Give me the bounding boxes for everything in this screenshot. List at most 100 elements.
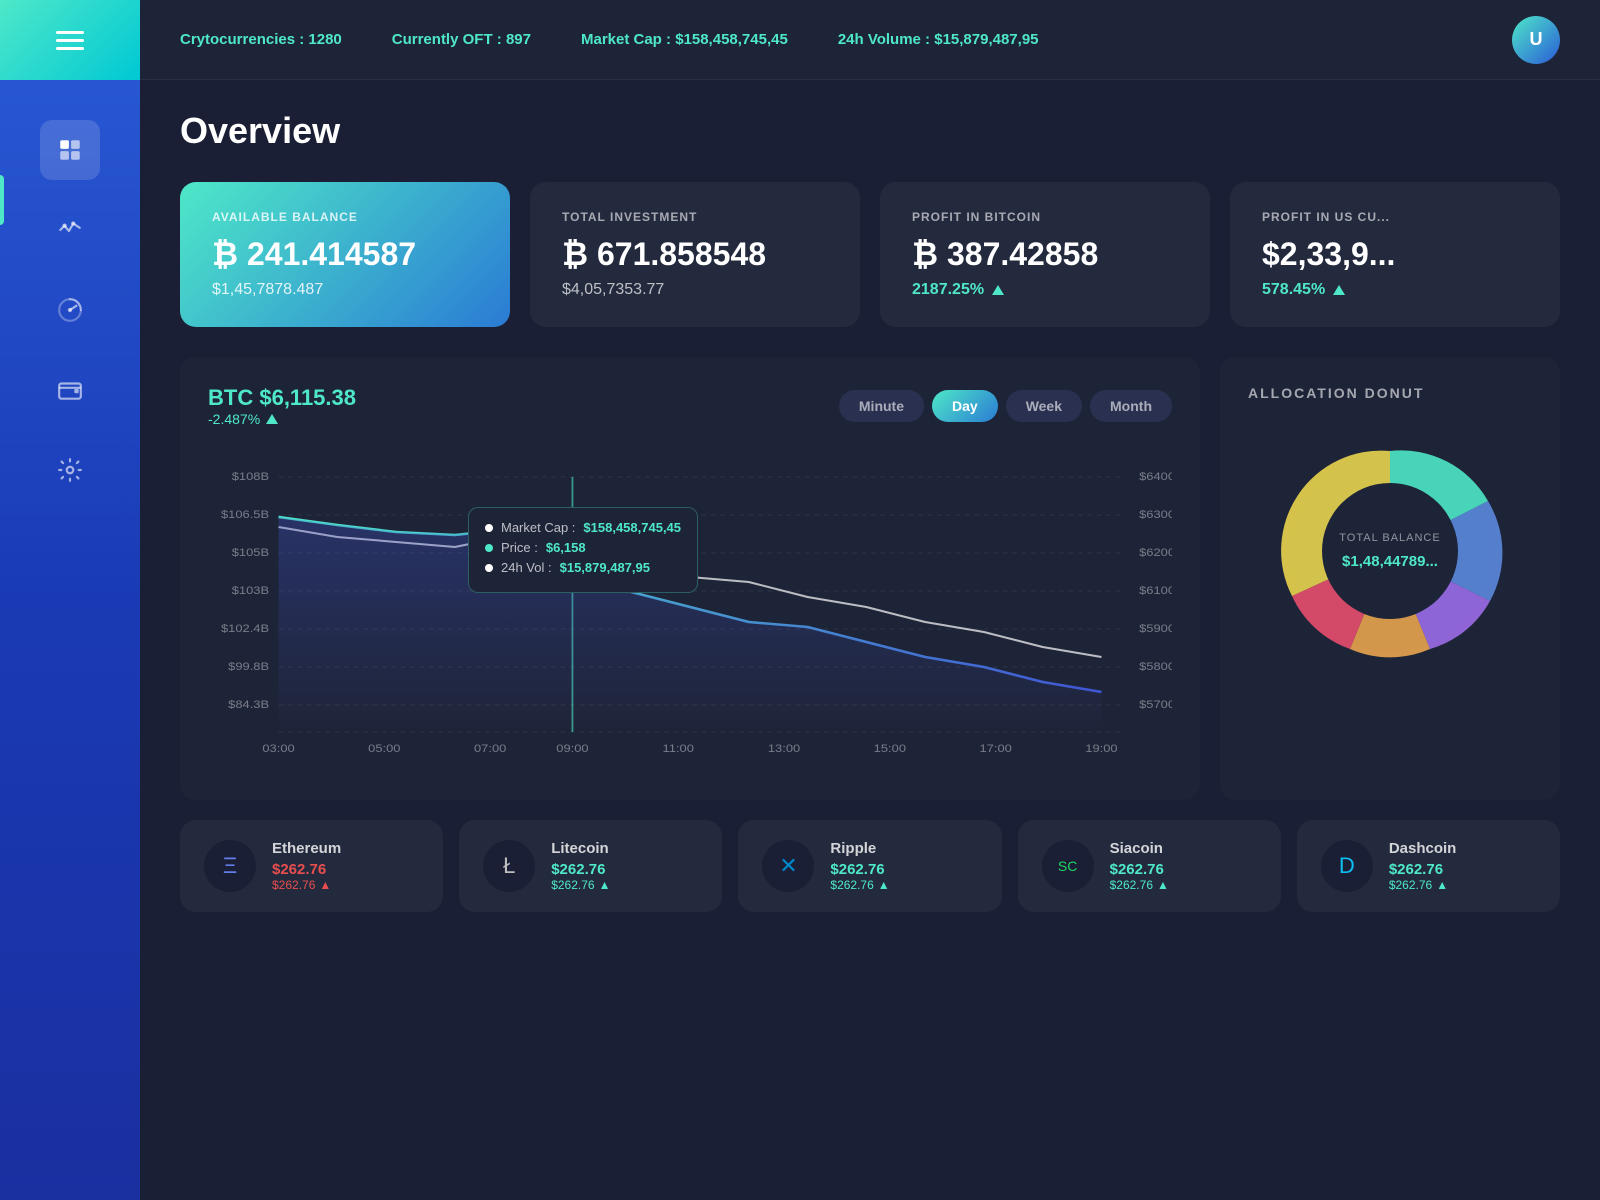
donut-panel: ALLOCATION DONUT (1220, 357, 1560, 800)
svg-text:$99.8B: $99.8B (228, 660, 269, 673)
main-content: Crytocurrencies : 1280 Currently OFT : 8… (140, 0, 1600, 1200)
coin-list: Ξ Ethereum $262.76 $262.76 ▲ Ł Litecoin … (180, 820, 1560, 912)
analytics-icon (57, 217, 83, 243)
tab-week[interactable]: Week (1006, 390, 1082, 422)
litecoin-icon: Ł (483, 840, 535, 892)
volume-stat: 24h Volume : $15,879,487,95 (838, 31, 1039, 48)
sidebar-item-settings[interactable] (40, 440, 100, 500)
litecoin-info: Litecoin $262.76 $262.76 ▲ (551, 840, 610, 892)
hamburger-icon (56, 31, 84, 50)
dashcoin-icon: D (1321, 840, 1373, 892)
profit-usd-arrow (1333, 285, 1345, 295)
svg-text:$6400: $6400 (1139, 470, 1172, 483)
chart-title: BTC $6,115.38 (208, 385, 356, 411)
svg-text:05:00: 05:00 (368, 742, 401, 755)
svg-text:$84.3B: $84.3B (228, 698, 269, 711)
topbar-stats: Crytocurrencies : 1280 Currently OFT : 8… (180, 31, 1512, 48)
siacoin-icon: SC (1042, 840, 1094, 892)
ethereum-name: Ethereum (272, 840, 341, 857)
card-total-investment-label: TOTAL INVESTMENT (562, 210, 828, 224)
siacoin-change: $262.76 ▲ (1110, 878, 1169, 892)
sidebar-active-bar (0, 175, 4, 225)
user-avatar[interactable]: U (1512, 16, 1560, 64)
sidebar-item-dashboard[interactable] (40, 120, 100, 180)
card-profit-usd-label: PROFIT IN US CU... (1262, 210, 1528, 224)
tooltip-dot-volume (485, 564, 493, 572)
card-profit-bitcoin-change: 2187.25% (912, 281, 1178, 299)
tooltip-market-cap: Market Cap : $158,458,745,45 (485, 520, 681, 535)
card-available-balance: AVAILABLE BALANCE ₿ 241.414587 $1,45,787… (180, 182, 510, 327)
dashcoin-change: $262.76 ▲ (1389, 878, 1457, 892)
siacoin-name: Siacoin (1110, 840, 1169, 857)
card-available-balance-value: ₿ 241.414587 (212, 236, 478, 273)
tab-minute[interactable]: Minute (839, 390, 924, 422)
ethereum-price: $262.76 (272, 861, 341, 878)
wallet-icon (57, 377, 83, 403)
market-cap-stat: Market Cap : $158,458,745,45 (581, 31, 788, 48)
svg-text:09:00: 09:00 (556, 742, 589, 755)
coin-card-dashcoin: D Dashcoin $262.76 $262.76 ▲ (1297, 820, 1560, 912)
sidebar-nav (0, 120, 140, 500)
svg-text:$102.4B: $102.4B (221, 622, 269, 635)
chart-svg: $108B $106.5B $105B $103B $102.4B $99.8B… (208, 447, 1172, 767)
svg-text:$6300: $6300 (1139, 508, 1172, 521)
sidebar-item-analytics[interactable] (40, 200, 100, 260)
svg-text:$105B: $105B (232, 546, 269, 559)
topbar: Crytocurrencies : 1280 Currently OFT : 8… (140, 0, 1600, 80)
tab-day[interactable]: Day (932, 390, 998, 422)
ripple-info: Ripple $262.76 $262.76 ▲ (830, 840, 889, 892)
ripple-change: $262.76 ▲ (830, 878, 889, 892)
ripple-icon: ✕ (762, 840, 814, 892)
sidebar-item-wallet[interactable] (40, 360, 100, 420)
svg-text:19:00: 19:00 (1085, 742, 1118, 755)
card-available-balance-label: AVAILABLE BALANCE (212, 210, 478, 224)
dashboard-icon (57, 137, 83, 163)
svg-text:13:00: 13:00 (768, 742, 801, 755)
svg-text:$5700: $5700 (1139, 698, 1172, 711)
card-total-investment: TOTAL INVESTMENT ₿ 671.858548 $4,05,7353… (530, 182, 860, 327)
sidebar-item-portfolio[interactable] (40, 280, 100, 340)
card-total-investment-value: ₿ 671.858548 (562, 236, 828, 273)
svg-text:15:00: 15:00 (874, 742, 907, 755)
litecoin-name: Litecoin (551, 840, 610, 857)
tooltip-volume: 24h Vol : $15,879,487,95 (485, 560, 681, 575)
cryptocurrencies-stat: Crytocurrencies : 1280 (180, 31, 342, 48)
svg-text:11:00: 11:00 (663, 742, 695, 755)
donut-title: ALLOCATION DONUT (1248, 385, 1424, 401)
card-profit-usd-value: $2,33,9... (1262, 236, 1528, 273)
summary-cards: AVAILABLE BALANCE ₿ 241.414587 $1,45,787… (180, 182, 1560, 327)
portfolio-icon (57, 297, 83, 323)
siacoin-price: $262.76 (1110, 861, 1169, 878)
coin-card-ethereum: Ξ Ethereum $262.76 $262.76 ▲ (180, 820, 443, 912)
sidebar (0, 0, 140, 1200)
svg-text:TOTAL BALANCE: TOTAL BALANCE (1339, 532, 1440, 544)
ethereum-icon: Ξ (204, 840, 256, 892)
chart-container: BTC $6,115.38 -2.487% Minute Day Week Mo… (180, 357, 1200, 800)
dashcoin-name: Dashcoin (1389, 840, 1457, 857)
donut-chart: TOTAL BALANCE $1,48,44789... (1260, 421, 1520, 681)
chart-section: BTC $6,115.38 -2.487% Minute Day Week Mo… (180, 357, 1560, 800)
page-content: Overview AVAILABLE BALANCE ₿ 241.414587 … (140, 80, 1600, 942)
svg-text:$6100: $6100 (1139, 584, 1172, 597)
chart-tooltip: Market Cap : $158,458,745,45 Price : $6,… (468, 507, 698, 593)
tooltip-price: Price : $6,158 (485, 540, 681, 555)
sidebar-hamburger[interactable] (0, 0, 140, 80)
svg-text:$6200: $6200 (1139, 546, 1172, 559)
ethereum-info: Ethereum $262.76 $262.76 ▲ (272, 840, 341, 892)
svg-text:$5800: $5800 (1139, 660, 1172, 673)
svg-text:17:00: 17:00 (979, 742, 1012, 755)
coin-card-siacoin: SC Siacoin $262.76 $262.76 ▲ (1018, 820, 1281, 912)
chart-subtitle: -2.487% (208, 411, 356, 427)
tab-month[interactable]: Month (1090, 390, 1172, 422)
svg-text:07:00: 07:00 (474, 742, 507, 755)
card-profit-bitcoin-label: PROFIT IN BITCOIN (912, 210, 1178, 224)
ripple-name: Ripple (830, 840, 889, 857)
card-available-balance-sub: $1,45,7878.487 (212, 281, 478, 299)
ethereum-change: $262.76 ▲ (272, 878, 341, 892)
dashcoin-price: $262.76 (1389, 861, 1457, 878)
currently-oft-stat: Currently OFT : 897 (392, 31, 531, 48)
svg-text:$108B: $108B (232, 470, 269, 483)
tooltip-dot-price (485, 544, 493, 552)
svg-text:$103B: $103B (232, 584, 269, 597)
coin-card-litecoin: Ł Litecoin $262.76 $262.76 ▲ (459, 820, 722, 912)
